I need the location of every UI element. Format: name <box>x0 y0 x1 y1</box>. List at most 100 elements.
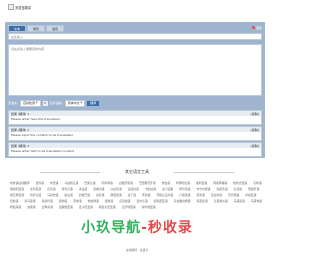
tab-text[interactable]: 文本 <box>8 25 26 32</box>
result-title: 结果 (翻译) 2 <box>11 127 30 132</box>
language-link[interactable]: 冰岛语 <box>79 187 87 191</box>
language-link[interactable]: 布鲁语在线翻译 <box>10 181 30 185</box>
language-link[interactable]: 格鲁吉亚语 <box>233 181 247 185</box>
language-link[interactable]: 阿塞拜疆语 <box>213 181 227 185</box>
language-link[interactable]: 波斯语 <box>27 205 35 209</box>
language-link[interactable]: 阿姆哈拉语 <box>176 181 190 185</box>
language-link[interactable]: 卡纳达语 <box>145 187 156 191</box>
to-language-select[interactable]: 简体中文 ▼ <box>64 99 86 107</box>
language-link[interactable]: 阿萨姆语 <box>102 181 113 185</box>
language-link[interactable]: 孟加拉语 <box>128 187 139 191</box>
copy-button[interactable]: [复制] <box>251 128 259 132</box>
language-link[interactable]: 夏威夷语 <box>93 187 104 191</box>
site-name[interactable]: 多语言翻译 <box>15 5 31 10</box>
language-link[interactable]: 希伯来语 <box>10 205 21 209</box>
language-link[interactable]: 米佐语 <box>162 181 170 185</box>
language-link[interactable]: 吉尔吉斯语 <box>196 187 210 191</box>
mode-tabs: 文本 网页 语音 <box>8 25 64 32</box>
result-title: 结果 (翻译) 3 <box>11 143 30 148</box>
language-link[interactable]: 加利西亚语 <box>154 199 168 203</box>
language-link[interactable]: 斯瓦希里语 <box>10 193 24 197</box>
translator-panel: 文本 网页 语音 语音 在此输入 请在此输入要翻译的内容 源语言: 自动检测 ▼… <box>5 22 265 158</box>
language-link[interactable]: 立陶宛语 <box>42 205 53 209</box>
source-textarea[interactable]: 请在此输入要翻译的内容 <box>8 44 262 96</box>
language-link[interactable]: 北印度语 <box>30 187 41 191</box>
tab-voice[interactable]: 语音 <box>46 25 64 32</box>
language-link[interactable]: 信德语 <box>234 187 242 191</box>
language-link[interactable]: 蒙古语 <box>64 193 72 197</box>
language-link[interactable]: 巴西葡萄牙语 <box>139 181 156 185</box>
result-title: 结果 (翻译) 1 <box>11 111 30 116</box>
language-link[interactable]: 泰卢固语 <box>162 187 173 191</box>
language-link[interactable]: 世界语 <box>36 181 44 185</box>
logo-icon <box>8 4 14 10</box>
language-link[interactable]: 哈萨克语 <box>30 193 41 197</box>
footer-text: 在线翻译 · 多语言 <box>125 248 149 252</box>
url-input[interactable]: 在此输入 <box>8 33 262 40</box>
language-link[interactable]: 克罗地亚语 <box>122 205 136 209</box>
language-link[interactable]: 尼泊尔语 <box>211 193 222 197</box>
voice-label: 语音 <box>255 25 262 30</box>
language-link[interactable]: 乌兹别克语 <box>64 181 78 185</box>
language-link[interactable]: 僧伽罗语 <box>248 187 259 191</box>
language-link[interactable]: 斯洛文尼亚语 <box>99 205 116 209</box>
language-link[interactable]: 塔吉克语 <box>62 187 73 191</box>
language-link[interactable]: 塞尔维亚语 <box>142 205 156 209</box>
from-language-value: 自动检测 <box>23 101 36 105</box>
swap-icon: ⇄ <box>43 101 47 105</box>
language-link[interactable]: 卢森堡语 <box>179 193 190 197</box>
language-link[interactable]: 马耳他语 <box>251 199 262 203</box>
language-link[interactable]: 苏格兰盖尔语 <box>156 193 173 197</box>
language-link[interactable]: 意第绪语 <box>119 199 130 203</box>
voice-button[interactable]: 语音 <box>251 25 262 30</box>
language-link[interactable]: 奥利亚语 <box>196 181 207 185</box>
language-link[interactable]: 马其顿语 <box>234 199 245 203</box>
language-link[interactable]: 爱尔兰语 <box>136 199 147 203</box>
watermark: 小玖导航-秒收录 <box>0 217 274 237</box>
result-box: 结果 (翻译) 3 [复制] Please enter text to be t… <box>8 142 262 157</box>
language-link[interactable]: 绍纳语 <box>10 199 18 203</box>
copy-button[interactable]: [复制] <box>251 112 259 116</box>
language-link[interactable]: 拉脱维亚语 <box>59 205 73 209</box>
result-box: 结果 (翻译) 2 [复制] Please input the content … <box>8 126 262 141</box>
language-link[interactable]: 萨摩亚语 <box>245 193 256 197</box>
language-link[interactable]: 南非语 <box>73 199 81 203</box>
language-link[interactable]: 科西嘉语 <box>196 199 207 203</box>
language-links: 布鲁语在线翻译 世界语 布里语 乌兹别克语 巴斯克语 阿萨姆语 白俄罗斯语 巴西葡萄牙语 米佐语… <box>10 181 264 209</box>
language-link[interactable]: 库尔德语 <box>179 187 190 191</box>
language-link[interactable]: 巽他语 <box>59 199 67 203</box>
language-link[interactable]: 宿务语 <box>47 187 55 191</box>
swap-languages-button[interactable]: ⇄ <box>42 100 48 106</box>
language-link[interactable]: 布里语 <box>50 181 58 185</box>
language-link[interactable]: 祖鲁语 <box>105 199 113 203</box>
result-text: Please enter here the translation <box>11 117 61 121</box>
language-link[interactable]: 索马里语 <box>24 199 35 203</box>
from-language-select[interactable]: 自动检测 ▼ <box>20 99 41 107</box>
language-link[interactable]: 高棉语 <box>253 181 261 185</box>
language-link[interactable]: 毛利语 <box>196 193 204 197</box>
language-link[interactable]: 爱沙尼亚语 <box>79 205 93 209</box>
chevron-down-icon: ▼ <box>80 102 83 104</box>
language-link[interactable]: 马拉地语 <box>47 193 58 197</box>
copy-button[interactable]: [复制] <box>251 144 259 148</box>
language-link[interactable]: 老挝语 <box>142 193 150 197</box>
language-link[interactable]: 他加禄语 <box>88 199 99 203</box>
tab-web[interactable]: 网页 <box>27 25 45 32</box>
language-link[interactable]: 旁遮普语 <box>216 187 227 191</box>
language-link[interactable]: 马拉雅拉姆语 <box>174 199 191 203</box>
language-link[interactable]: 白俄罗斯语 <box>119 181 133 185</box>
translate-button[interactable]: 翻译 <box>87 100 100 106</box>
translate-controls: 源语言: 自动检测 ▼ ⇄ 目标语言: 简体中文 ▼ 翻译 <box>8 98 262 108</box>
watermark-text-2: -秒收录 <box>141 220 193 236</box>
language-link[interactable]: 弗里西语 <box>110 193 121 197</box>
language-link[interactable]: 瓜拉尼语 <box>110 187 121 191</box>
language-link[interactable]: 塞索托语 <box>42 199 53 203</box>
language-link[interactable]: 克里奥尔语 <box>214 199 228 203</box>
language-link[interactable]: 普什图语 <box>228 193 239 197</box>
language-link[interactable]: 巴斯克语 <box>84 181 95 185</box>
language-link[interactable]: 豪萨语 <box>96 193 104 197</box>
language-link[interactable]: 拉丁语 <box>128 193 136 197</box>
language-link[interactable]: 保加利亚语 <box>10 187 24 191</box>
language-link[interactable]: 约鲁巴语 <box>79 193 90 197</box>
to-language-value: 简体中文 <box>67 101 80 105</box>
